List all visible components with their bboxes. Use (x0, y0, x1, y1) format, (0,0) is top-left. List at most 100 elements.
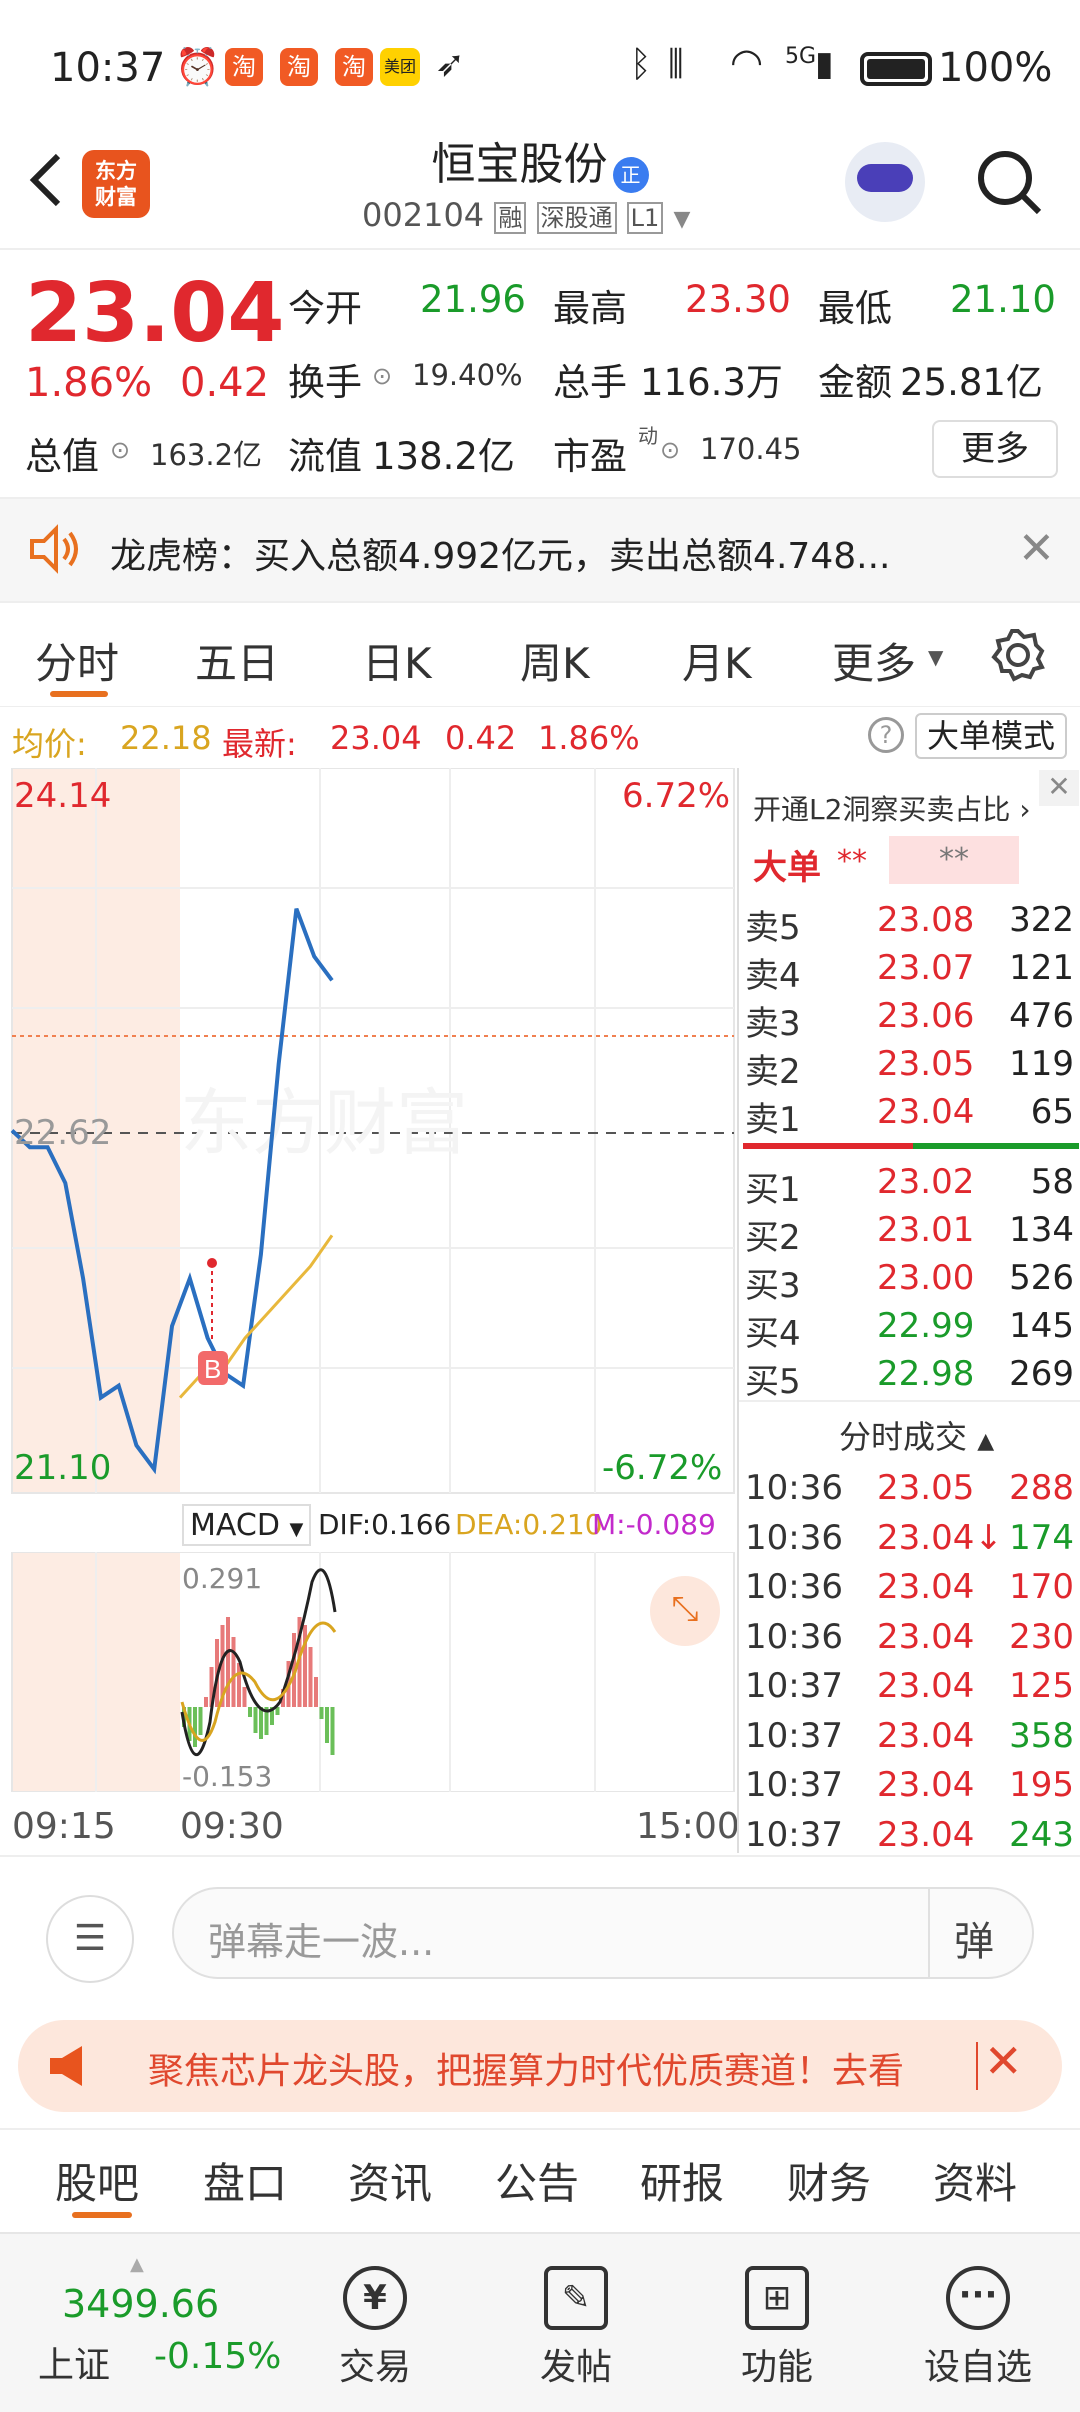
nav-trade[interactable]: ¥ 交易 (295, 2254, 455, 2390)
tab-news[interactable]: 资讯 (348, 2150, 432, 2211)
trade-row: 10:36 23.04 170 (739, 1567, 1080, 1615)
sell-level-row[interactable]: 卖1 23.04 65 (739, 1092, 1080, 1140)
current-price: 23.04 (25, 266, 285, 361)
high-value: 23.30 (685, 278, 791, 321)
buy-level-row[interactable]: 买5 22.98 269 (739, 1354, 1080, 1402)
tab-profile[interactable]: 资料 (933, 2150, 1017, 2211)
volume-label: 总手 (553, 361, 627, 404)
tab-five-day[interactable]: 五日 (195, 630, 279, 691)
signal-icon: ▮ (815, 44, 834, 84)
macd-m: M:-0.089 (592, 1508, 716, 1541)
back-icon[interactable] (22, 150, 72, 210)
comment-list-icon[interactable]: ☰ (46, 1895, 134, 1983)
time-open: 09:30 (180, 1806, 284, 1847)
macd-hist-bar (325, 1707, 329, 1743)
megaphone-icon (46, 2042, 94, 2094)
edit-icon: ✎ (544, 2266, 608, 2330)
stock-title: 恒宝股份 正 (300, 128, 780, 193)
time-start: 09:15 (12, 1806, 116, 1847)
l2-link[interactable]: 开通L2洞察买卖占比 › (753, 788, 1031, 828)
pe-label: 市盈 (553, 435, 627, 478)
big-order-mode-button[interactable]: 大单模式 (915, 713, 1067, 759)
tab-intraday[interactable]: 分时 (35, 630, 119, 691)
level-price: 22.99 (877, 1306, 975, 1346)
index-widget[interactable]: ▲ 3499.66 上证 -0.15% (30, 2254, 290, 2394)
nav-add-watchlist[interactable]: ··· 设自选 (898, 2254, 1058, 2390)
nav-functions[interactable]: ⊞ 功能 (697, 2254, 857, 2390)
info-icon[interactable]: ⊙ (660, 436, 680, 464)
macd-chart[interactable]: 0.291 -0.153 ⤡ (0, 1551, 735, 1793)
macd-bottom: -0.153 (182, 1760, 273, 1793)
network-type: 5G (785, 44, 817, 69)
more-icon: ··· (946, 2266, 1010, 2330)
tab-pankou[interactable]: 盘口 (203, 2150, 287, 2211)
chart-bottom-price: 21.10 (14, 1448, 112, 1488)
gear-icon[interactable] (990, 627, 1046, 687)
pe-value: 170.45 (700, 432, 802, 466)
volume-value: 116.3万 (640, 361, 783, 404)
trade-price: 23.05 (877, 1468, 975, 1508)
stock-code: 002104 (362, 196, 485, 234)
sell-level-row[interactable]: 卖3 23.06 476 (739, 996, 1080, 1044)
info-icon[interactable]: ⊙ (110, 436, 130, 464)
tab-daily-k[interactable]: 日K (362, 630, 432, 691)
macd-selector[interactable]: MACD ▼ (182, 1504, 312, 1546)
vibrate-icon: ⫼ (668, 44, 684, 84)
tab-weekly-k[interactable]: 周K (520, 630, 590, 691)
stock-badge: 正 (612, 156, 649, 193)
nav-post[interactable]: ✎ 发帖 (496, 2254, 656, 2390)
sell-level-row[interactable]: 卖5 23.08 322 (739, 900, 1080, 948)
close-icon[interactable]: ✕ (984, 2034, 1023, 2088)
nav-trade-label: 交易 (338, 2347, 411, 2388)
buy-level-row[interactable]: 买1 23.02 58 (739, 1162, 1080, 1210)
level-label: 卖5 (745, 908, 801, 948)
notice-bar[interactable]: 龙虎榜：买入总额4.992亿元，卖出总额4.748... ✕ (0, 497, 1080, 603)
tab-monthly-k[interactable]: 月K (682, 630, 752, 691)
sell-level-row[interactable]: 卖4 23.07 121 (739, 948, 1080, 996)
buy-level-row[interactable]: 买4 22.99 145 (739, 1306, 1080, 1354)
intraday-chart[interactable]: 东方财富 B 24.14 22.62 21.10 6.72% -6.72% (0, 767, 735, 1498)
trade-time: 10:36 (745, 1616, 843, 1657)
level-label: 买5 (745, 1362, 801, 1402)
trades-title[interactable]: 分时成交 ▲ (839, 1412, 994, 1458)
help-icon[interactable]: ? (868, 717, 904, 753)
index-value: 3499.66 (62, 2282, 220, 2326)
danmu-input[interactable]: 弹幕走一波... 弹 (172, 1887, 1034, 1979)
tab-finance[interactable]: 财务 (787, 2150, 871, 2211)
search-icon[interactable] (975, 148, 1045, 222)
info-icon[interactable]: ⊙ (372, 362, 392, 390)
tab-research[interactable]: 研报 (640, 2150, 724, 2211)
tab-guba[interactable]: 股吧 (55, 2150, 139, 2211)
level-label: 卖1 (745, 1100, 801, 1140)
level-volume: 119 (1009, 1044, 1074, 1084)
high-label: 最高 (553, 287, 627, 330)
expand-icon[interactable]: ⤡ (650, 1576, 720, 1646)
low-label: 最低 (818, 287, 892, 330)
chart-time-axis: 09:15 09:30 15:00 (0, 1800, 740, 1852)
trade-volume: 358 (1009, 1715, 1074, 1756)
trade-price: 23.04 (877, 1814, 975, 1855)
level-label: 卖4 (745, 956, 801, 996)
latest-change: 0.42 (445, 719, 517, 757)
level-label: 买3 (745, 1266, 801, 1306)
level-volume: 121 (1009, 948, 1074, 988)
buy-level-row[interactable]: 买3 23.00 526 (739, 1258, 1080, 1306)
tab-active-indicator (50, 691, 108, 697)
low-value: 21.10 (950, 278, 1056, 321)
trade-price: 23.04 (877, 1567, 975, 1607)
dropdown-icon[interactable]: ▼ (673, 207, 690, 232)
tab-more[interactable]: 更多 (832, 630, 916, 691)
robot-assistant-icon[interactable] (845, 142, 925, 222)
stock-name: 恒宝股份 (431, 139, 608, 190)
buy-level-row[interactable]: 买2 23.01 134 (739, 1210, 1080, 1258)
sell-level-row[interactable]: 卖2 23.05 119 (739, 1044, 1080, 1092)
close-icon[interactable]: ✕ (1018, 523, 1055, 574)
close-icon[interactable]: ✕ (1039, 770, 1079, 806)
promo-banner[interactable]: 聚焦芯片龙头股，把握算力时代优质赛道！去看 ✕ (18, 2020, 1062, 2112)
trade-price: 23.04↓ (877, 1517, 1003, 1558)
danmu-button[interactable]: 弹 (954, 1909, 994, 1967)
more-button[interactable]: 更多 (932, 420, 1058, 478)
latest-percent: 1.86% (538, 719, 640, 757)
chart-top-price: 24.14 (14, 776, 112, 816)
tab-announcements[interactable]: 公告 (495, 2150, 579, 2211)
